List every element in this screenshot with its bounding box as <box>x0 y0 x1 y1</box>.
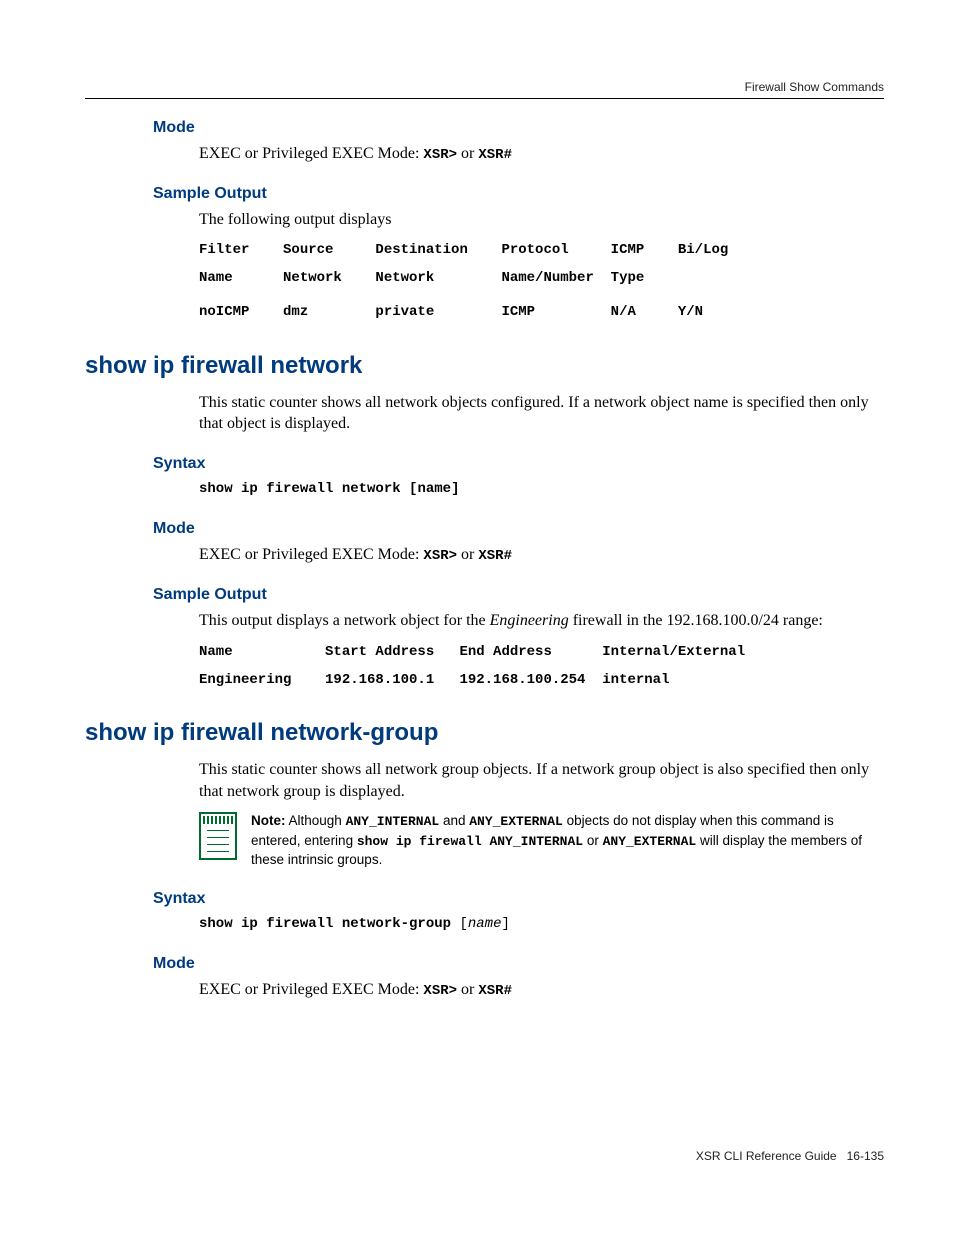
document-page: Firewall Show Commands Mode EXEC or Priv… <box>0 0 954 1235</box>
syntax-bracket-close: ] <box>501 916 509 932</box>
note-t1: Although <box>286 813 346 828</box>
syntax-bracket-open: [ <box>401 481 418 497</box>
mode-text: EXEC or Privileged EXEC Mode: XSR> or XS… <box>199 979 884 1001</box>
syntax-line-network: show ip firewall network [name] <box>199 479 884 501</box>
syntax-line-network-group: show ip firewall network-group [name] <box>199 914 884 936</box>
heading-syntax: Syntax <box>153 455 884 473</box>
syntax-arg-name: name <box>468 916 502 932</box>
mode-prefix: EXEC or Privileged EXEC Mode: <box>199 981 423 998</box>
page-footer: XSR CLI Reference Guide 16-135 <box>85 1149 884 1163</box>
heading-mode: Mode <box>153 520 884 538</box>
command-title-network-group: show ip firewall network-group <box>85 719 884 747</box>
syntax-bracket-open: [ <box>451 916 468 932</box>
mode-prefix: EXEC or Privileged EXEC Mode: <box>199 546 423 563</box>
sample-intro-post: firewall in the 192.168.100.0/24 range: <box>569 612 823 629</box>
mode-prefix: EXEC or Privileged EXEC Mode: <box>199 145 423 162</box>
filter-table-header-row1: Filter Source Destination Protocol ICMP … <box>199 240 884 262</box>
heading-sample-output: Sample Output <box>153 185 884 203</box>
sample-output-intro: This output displays a network object fo… <box>199 610 884 632</box>
note-label: Note: <box>251 813 286 828</box>
mode-or: or <box>457 546 478 563</box>
note-t4: or <box>583 833 603 848</box>
note-text: Note: Although ANY_INTERNAL and ANY_EXTE… <box>251 812 884 869</box>
mode-or: or <box>457 145 478 162</box>
mode-text: EXEC or Privileged EXEC Mode: XSR> or XS… <box>199 143 884 165</box>
mode-text: EXEC or Privileged EXEC Mode: XSR> or XS… <box>199 544 884 566</box>
network-table-header: Name Start Address End Address Internal/… <box>199 642 884 664</box>
mode-prompt-1: XSR> <box>423 983 457 999</box>
heading-mode: Mode <box>153 119 884 137</box>
heading-syntax: Syntax <box>153 890 884 908</box>
heading-mode: Mode <box>153 955 884 973</box>
note-icon <box>199 812 237 860</box>
note-t2: and <box>439 813 469 828</box>
mode-prompt-2: XSR# <box>478 147 512 163</box>
mode-prompt-1: XSR> <box>423 147 457 163</box>
syntax-cmd: show ip firewall network-group <box>199 916 451 932</box>
sample-intro-em: Engineering <box>490 612 569 629</box>
note-code-any-external-2: ANY_EXTERNAL <box>603 834 697 849</box>
heading-sample-output: Sample Output <box>153 586 884 604</box>
sample-output-intro: The following output displays <box>199 209 884 231</box>
note-code-cmd: show ip firewall ANY_INTERNAL <box>357 834 583 849</box>
footer-page-number: 16-135 <box>847 1149 884 1163</box>
command-desc-network: This static counter shows all network ob… <box>199 392 884 435</box>
syntax-arg-name: name <box>417 481 451 497</box>
command-title-network: show ip firewall network <box>85 352 884 380</box>
running-header: Firewall Show Commands <box>85 80 884 99</box>
note-code-any-external: ANY_EXTERNAL <box>469 814 563 829</box>
network-table-row: Engineering 192.168.100.1 192.168.100.25… <box>199 670 884 692</box>
mode-prompt-2: XSR# <box>478 548 512 564</box>
mode-prompt-2: XSR# <box>478 983 512 999</box>
footer-guide: XSR CLI Reference Guide <box>696 1149 837 1163</box>
sample-intro-pre: This output displays a network object fo… <box>199 612 490 629</box>
filter-table-header-row2: Name Network Network Name/Number Type <box>199 268 884 290</box>
mode-or: or <box>457 981 478 998</box>
syntax-cmd: show ip firewall network <box>199 481 401 497</box>
command-desc-network-group: This static counter shows all network gr… <box>199 759 884 802</box>
filter-table-row: noICMP dmz private ICMP N/A Y/N <box>199 302 884 324</box>
note-code-any-internal: ANY_INTERNAL <box>346 814 440 829</box>
note-block: Note: Although ANY_INTERNAL and ANY_EXTE… <box>199 812 884 869</box>
syntax-bracket-close: ] <box>451 481 459 497</box>
mode-prompt-1: XSR> <box>423 548 457 564</box>
